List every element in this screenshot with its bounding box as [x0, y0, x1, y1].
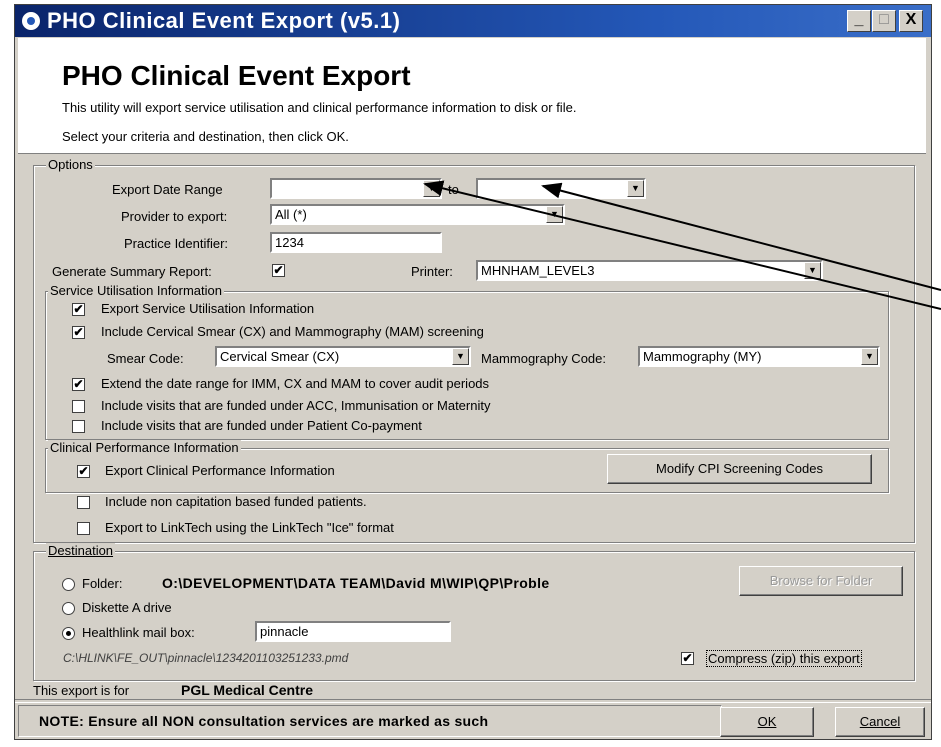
annotation-arrow-date-from [423, 180, 941, 310]
annotation-arrow-date-to [541, 182, 941, 291]
annotation-arrows [423, 180, 941, 310]
